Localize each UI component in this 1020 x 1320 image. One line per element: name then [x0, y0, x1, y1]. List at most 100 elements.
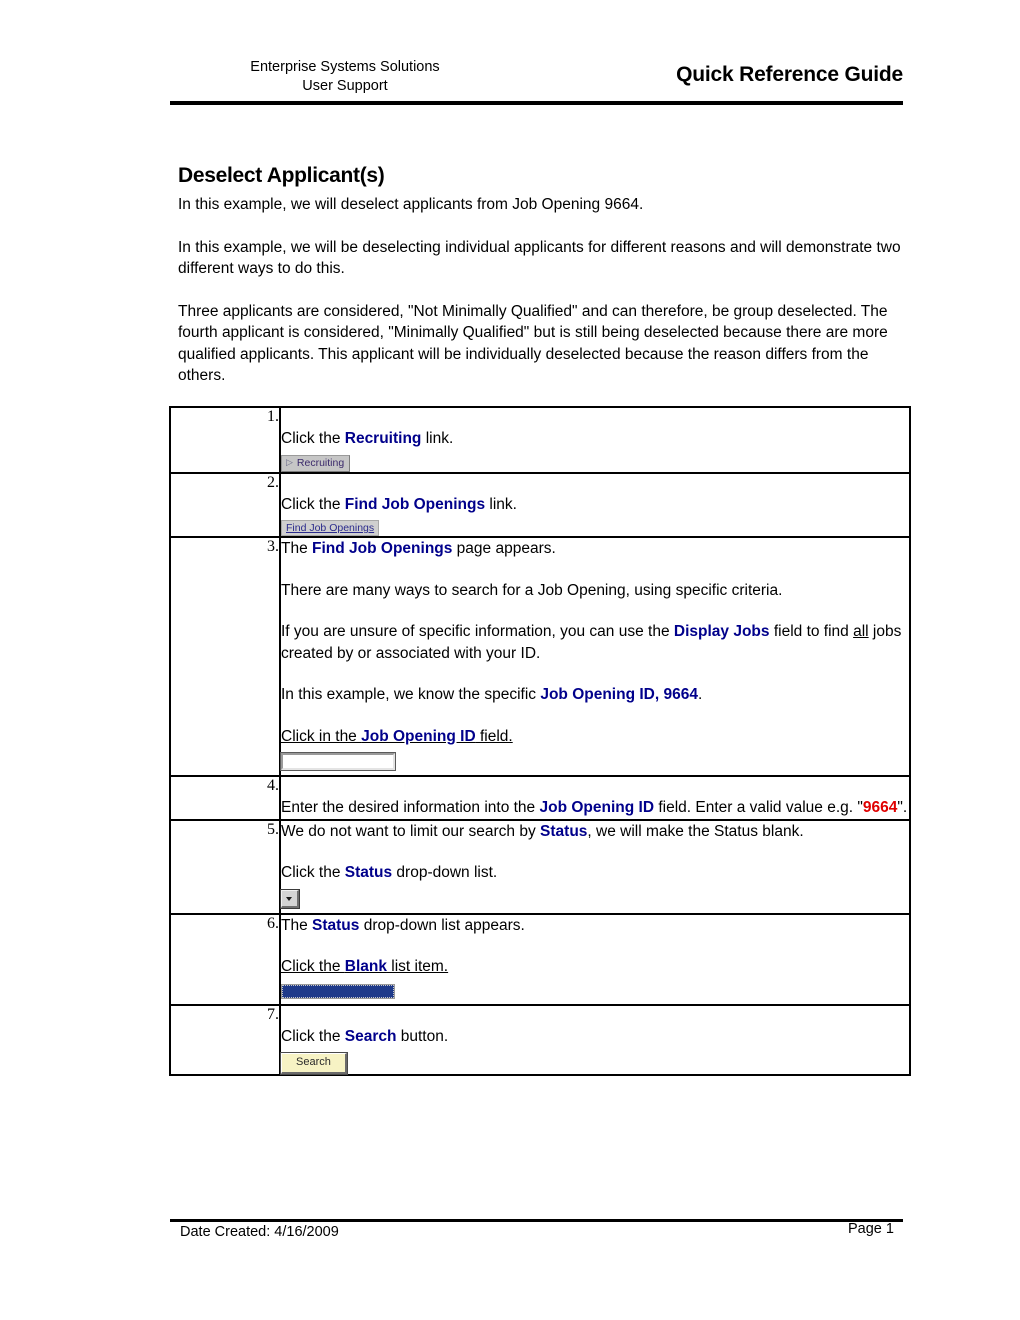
intro-paragraph-1: In this example, we will deselect applic…: [178, 196, 644, 213]
step-body: Enter the desired information into the J…: [279, 775, 911, 821]
step-number: 6.: [169, 912, 281, 1006]
intro-section: Deselect Applicant(s) In this example, w…: [178, 164, 904, 387]
recruiting-link-widget[interactable]: ▷ Recruiting: [281, 454, 351, 472]
header-divider: [170, 101, 903, 105]
step-body: Click the Recruiting link. ▷ Recruiting: [279, 406, 911, 474]
recruiting-link-label: Recruiting: [296, 456, 345, 469]
step-spacer: [281, 936, 909, 956]
ui-term: Recruiting: [344, 430, 422, 447]
step-note: If you are unsure of specific informatio…: [281, 621, 909, 664]
step-instruction: Click the Search button.: [281, 1026, 909, 1048]
table-row: 5. We do not want to limit our search by…: [169, 818, 911, 915]
status-dropdown-button[interactable]: [280, 888, 300, 909]
ui-term: Job Opening ID: [361, 727, 476, 745]
text-pre: Click the: [281, 495, 345, 513]
step-action: Click in the Job Opening ID field.: [281, 726, 909, 748]
step-spacer: [281, 706, 909, 726]
step-instruction: The Find Job Openings page appears.: [281, 538, 909, 560]
text-post: button.: [396, 1027, 449, 1045]
step-body: Click the Search button. Search: [279, 1003, 911, 1076]
footer-page-number: Page 1: [848, 1221, 894, 1237]
table-row: 3. The Find Job Openings page appears. T…: [169, 536, 911, 777]
step-spacer: [281, 560, 909, 580]
step-spacer: [281, 408, 909, 428]
step-number: 1.: [169, 406, 281, 474]
text-post: page appears.: [452, 540, 556, 557]
step-instruction: Click the Find Job Openings link.: [281, 494, 909, 516]
table-row: 6. The Status drop-down list appears. Cl…: [169, 912, 911, 1006]
intro-paragraph-3: Three applicants are considered, "Not Mi…: [178, 302, 888, 385]
text-pre: Enter the desired information into the: [281, 799, 540, 816]
step-body: The Status drop-down list appears. Click…: [279, 912, 911, 1006]
step-spacer: [281, 777, 909, 797]
step-number: 4.: [169, 775, 281, 821]
ui-term: Blank: [344, 958, 387, 975]
entered-value: 9664: [862, 799, 898, 816]
text-pre: The: [281, 540, 313, 557]
table-row: 4. Enter the desired information into th…: [169, 775, 911, 821]
step-instruction: We do not want to limit our search by St…: [281, 821, 909, 843]
text-pre: Click the: [281, 430, 345, 447]
screenshot-widget-row: [280, 750, 909, 775]
ui-term: Display Jobs: [673, 623, 770, 640]
chevron-down-icon: [286, 896, 292, 901]
steps-table: 1. Click the Recruiting link. ▷ Recruitin…: [169, 406, 911, 1076]
text-post: drop-down list appears.: [359, 916, 525, 934]
step-body: We do not want to limit our search by St…: [279, 818, 911, 915]
text-mid: field. Enter a valid value e.g. ": [654, 799, 863, 816]
step-note: There are many ways to search for a Job …: [281, 581, 783, 599]
footer-date-created: Date Created: 4/16/2009: [180, 1224, 339, 1240]
step-number: 7.: [169, 1003, 281, 1076]
text-post: .: [697, 686, 703, 703]
step-instruction: The Status drop-down list appears.: [281, 915, 909, 937]
step-action: Click the Blank list item.: [281, 956, 909, 978]
blank-list-item-highlight[interactable]: [281, 983, 395, 999]
intro-paragraph-2: In this example, we will be deselecting …: [178, 238, 901, 278]
table-row: 7. Click the Search button. Search: [169, 1003, 911, 1076]
text-pre: The: [281, 916, 313, 934]
ui-term: Status: [312, 916, 360, 934]
screenshot-widget-row: [280, 887, 909, 913]
step-action: Click the Status drop-down list.: [281, 862, 909, 884]
document-page: Enterprise Systems Solutions User Suppor…: [0, 0, 1020, 1320]
find-job-openings-link-widget[interactable]: Find Job Openings: [281, 520, 380, 536]
text-post: field.: [475, 727, 513, 745]
text-post: drop-down list.: [392, 864, 498, 881]
text-pre: Click the: [281, 1027, 345, 1045]
search-button[interactable]: Search: [280, 1052, 348, 1075]
ui-term: Job Opening ID: [539, 799, 655, 816]
ui-term: Job Opening ID, 9664: [540, 686, 698, 703]
step-number: 5.: [169, 818, 281, 915]
triangle-bullet-icon: ▷: [286, 456, 293, 467]
step-number: 2.: [169, 471, 281, 538]
text-pre: Click the: [281, 958, 345, 975]
footer-divider: [170, 1219, 903, 1222]
ui-term: Search: [344, 1027, 397, 1045]
text-mid: field to find: [769, 623, 854, 640]
table-row: 2. Click the Find Job Openings link. Fin…: [169, 471, 911, 538]
ui-term: Find Job Openings: [312, 540, 453, 557]
organization-block: Enterprise Systems Solutions User Suppor…: [180, 58, 510, 96]
ui-term: Find Job Openings: [344, 495, 486, 513]
text-post: list item.: [386, 958, 449, 975]
text-post: ".: [897, 799, 908, 816]
step-instruction: Click the Recruiting link.: [281, 428, 909, 450]
ui-term: Status: [540, 822, 588, 840]
step-instruction: Enter the desired information into the J…: [281, 797, 909, 819]
organization-line-2: User Support: [302, 78, 388, 94]
organization-line-1: Enterprise Systems Solutions: [250, 59, 440, 75]
emphasis-all: all: [853, 623, 869, 640]
text-post: link.: [421, 430, 454, 447]
job-opening-id-input[interactable]: [280, 752, 396, 771]
step-spacer: [281, 842, 909, 862]
step-spacer: [281, 664, 909, 684]
page-header: Enterprise Systems Solutions User Suppor…: [170, 58, 903, 104]
text-pre: We do not want to limit our search by: [281, 822, 541, 840]
step-spacer: [281, 1006, 909, 1026]
ui-term: Status: [344, 864, 393, 881]
step-note: In this example, we know the specific Jo…: [281, 684, 909, 706]
screenshot-widget-row: Find Job Openings: [281, 518, 909, 536]
screenshot-widget-row: ▷ Recruiting: [281, 453, 909, 472]
